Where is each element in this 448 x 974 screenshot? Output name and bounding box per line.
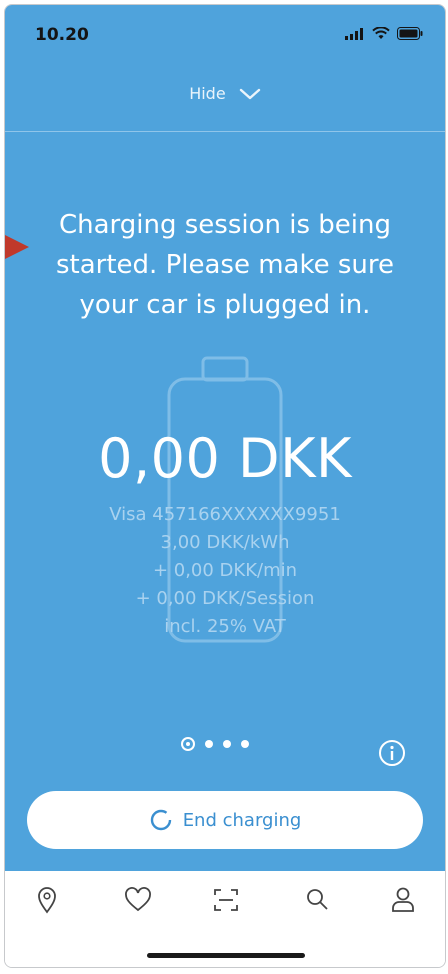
page-dot[interactable] <box>223 740 231 748</box>
status-icons <box>345 27 423 40</box>
price-per-kwh: 3,00 DKK/kWh <box>160 532 290 553</box>
price-per-session: + 0,00 DKK/Session <box>135 588 315 609</box>
charging-details: Visa 457166XXXXXX9951 3,00 DKK/kWh + 0,0… <box>5 501 445 641</box>
page-dot[interactable] <box>241 740 249 748</box>
charging-screen: 10.20 Hide Charging session is being sta… <box>5 5 445 871</box>
location-pin-icon[interactable] <box>35 885 59 915</box>
payment-card: Visa 457166XXXXXX9951 <box>109 504 341 525</box>
scan-icon[interactable] <box>211 885 241 915</box>
price-per-minute: + 0,00 DKK/min <box>152 560 298 581</box>
search-icon[interactable] <box>303 885 331 915</box>
pagination-dots[interactable] <box>181 737 249 751</box>
end-charging-label: End charging <box>182 809 302 831</box>
charging-amount: 0,00 DKK <box>98 427 352 490</box>
battery-icon <box>397 27 423 40</box>
phone-frame: 10.20 Hide Charging session is being sta… <box>4 4 446 968</box>
end-charging-button[interactable]: End charging <box>27 791 423 849</box>
page-dot-active[interactable] <box>181 737 195 751</box>
signal-icon <box>345 27 363 40</box>
chevron-down-icon <box>239 88 260 99</box>
status-message: Charging session is being started. Pleas… <box>55 210 394 320</box>
profile-icon[interactable] <box>389 885 417 915</box>
vat-note: incl. 25% VAT <box>164 616 286 637</box>
wifi-icon <box>372 27 390 39</box>
spinner-icon <box>150 809 171 831</box>
header-divider <box>5 131 445 132</box>
status-bar: 10.20 <box>5 5 445 67</box>
heart-icon[interactable] <box>123 885 153 915</box>
status-time: 10.20 <box>35 25 89 45</box>
info-icon[interactable] <box>378 739 406 767</box>
hide-label: Hide <box>189 84 226 103</box>
page-dot[interactable] <box>205 740 213 748</box>
home-indicator[interactable] <box>147 953 305 958</box>
hide-toggle[interactable]: Hide <box>5 83 445 103</box>
